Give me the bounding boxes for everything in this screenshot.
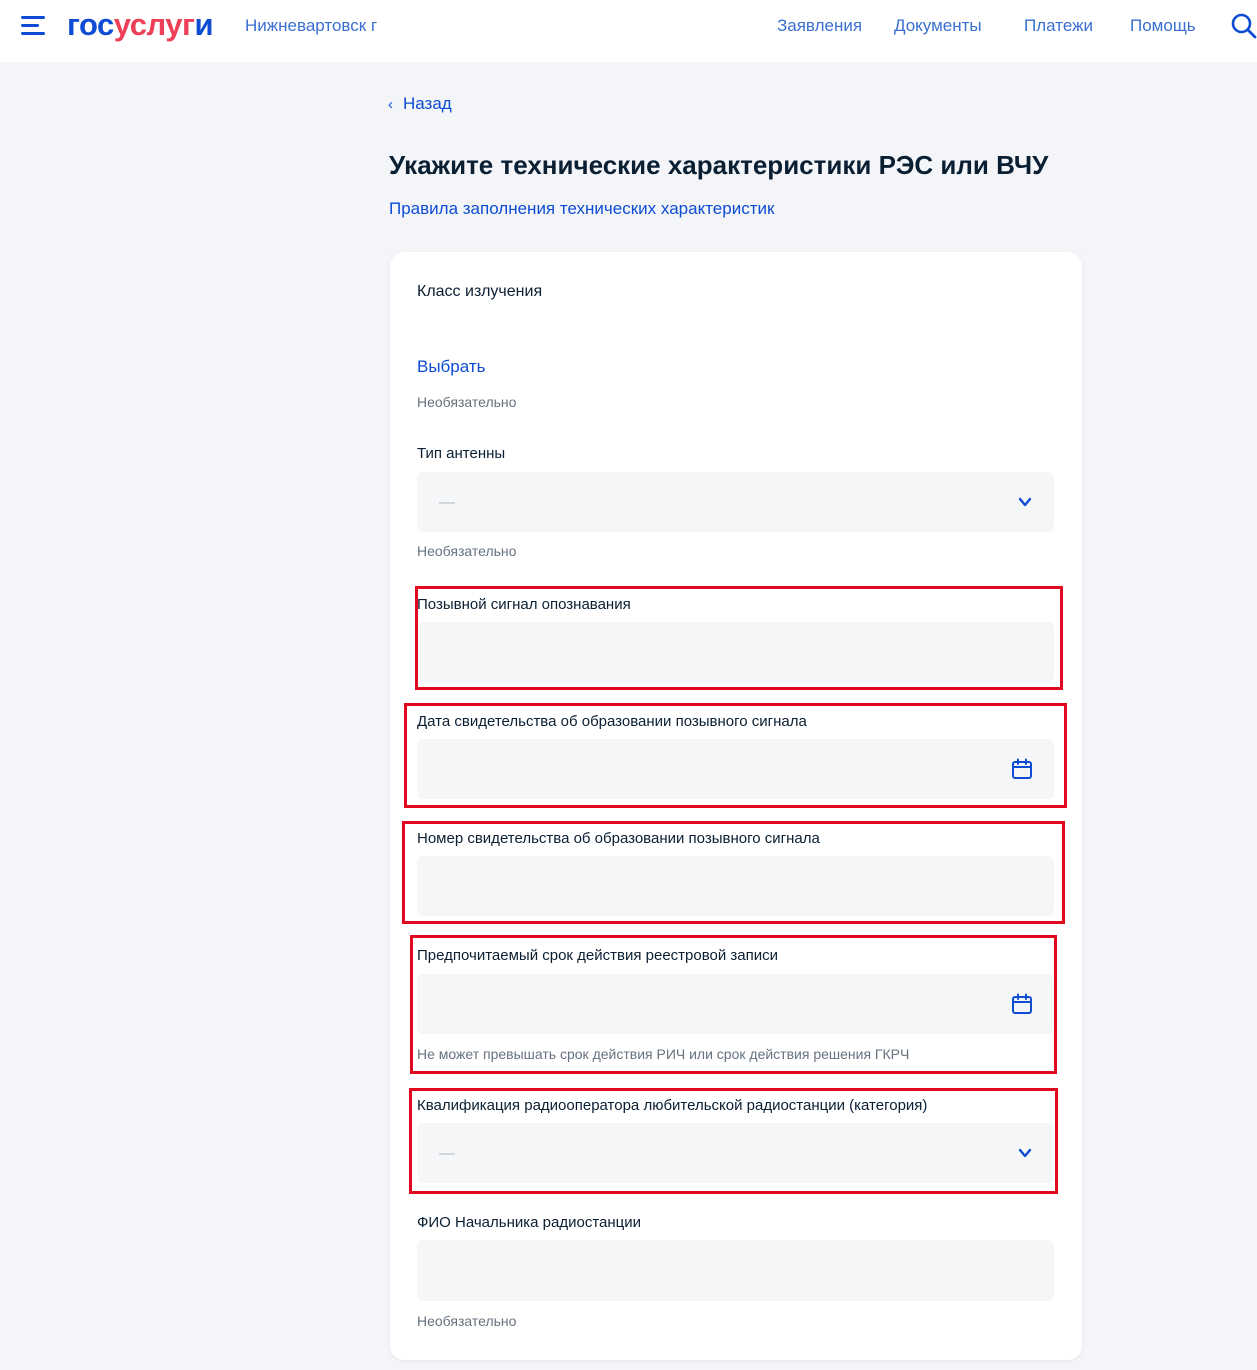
station-chief-input[interactable] [417, 1240, 1054, 1301]
calendar-icon[interactable] [1010, 757, 1034, 781]
logo[interactable]: госуслуги [67, 6, 213, 44]
registry-term-hint: Не может превышать срок действия РИЧ или… [417, 1046, 910, 1062]
antenna-type-value: — [439, 494, 455, 511]
nav-help[interactable]: Помощь [1130, 16, 1196, 36]
operator-qualification-label: Квалификация радиооператора любительской… [417, 1097, 928, 1114]
back-label: Назад [403, 94, 452, 113]
emission-class-label: Класс излучения [417, 283, 543, 300]
back-link[interactable]: ‹ Назад [388, 94, 452, 114]
menu-icon[interactable] [21, 16, 45, 36]
callsign-input[interactable] [417, 622, 1054, 682]
station-chief-label: ФИО Начальника радиостанции [417, 1214, 641, 1231]
callsign-cert-number-label: Номер свидетельства об образовании позыв… [417, 830, 820, 847]
antenna-type-label: Тип антенны [417, 445, 506, 462]
registry-term-input[interactable] [417, 974, 1054, 1034]
antenna-type-hint: Необязательно [417, 543, 517, 559]
chevron-down-icon [1018, 497, 1032, 507]
rules-link[interactable]: Правила заполнения технических характери… [389, 199, 774, 219]
logo-part-uslug: услуг [113, 7, 195, 42]
operator-qualification-value: — [439, 1145, 455, 1162]
callsign-cert-date-input[interactable] [417, 739, 1054, 799]
calendar-icon[interactable] [1010, 992, 1034, 1016]
callsign-label: Позывной сигнал опознавания [417, 596, 631, 613]
city-selector[interactable]: Нижневартовск г [245, 16, 377, 36]
station-chief-hint: Необязательно [417, 1313, 517, 1329]
header: госуслуги Нижневартовск г Заявления Доку… [0, 0, 1257, 62]
nav-applications[interactable]: Заявления [777, 16, 862, 36]
registry-term-label: Предпочитаемый срок действия реестровой … [417, 947, 779, 964]
emission-class-select-link[interactable]: Выбрать [417, 357, 485, 377]
chevron-down-icon [1018, 1148, 1032, 1158]
page-title: Укажите технические характеристики РЭС и… [389, 150, 1049, 180]
nav-documents[interactable]: Документы [894, 16, 982, 36]
emission-class-hint: Необязательно [417, 394, 517, 410]
callsign-cert-number-input[interactable] [417, 856, 1054, 916]
operator-qualification-select[interactable]: — [417, 1123, 1054, 1183]
logo-part-gos: гос [67, 7, 114, 42]
form-card [390, 252, 1082, 1360]
nav-payments[interactable]: Платежи [1024, 16, 1093, 36]
logo-part-i: и [194, 7, 213, 42]
callsign-cert-date-label: Дата свидетельства об образовании позывн… [417, 713, 807, 730]
chevron-left-icon: ‹ [388, 96, 393, 113]
antenna-type-select[interactable]: — [417, 472, 1054, 532]
search-icon[interactable] [1230, 12, 1257, 40]
